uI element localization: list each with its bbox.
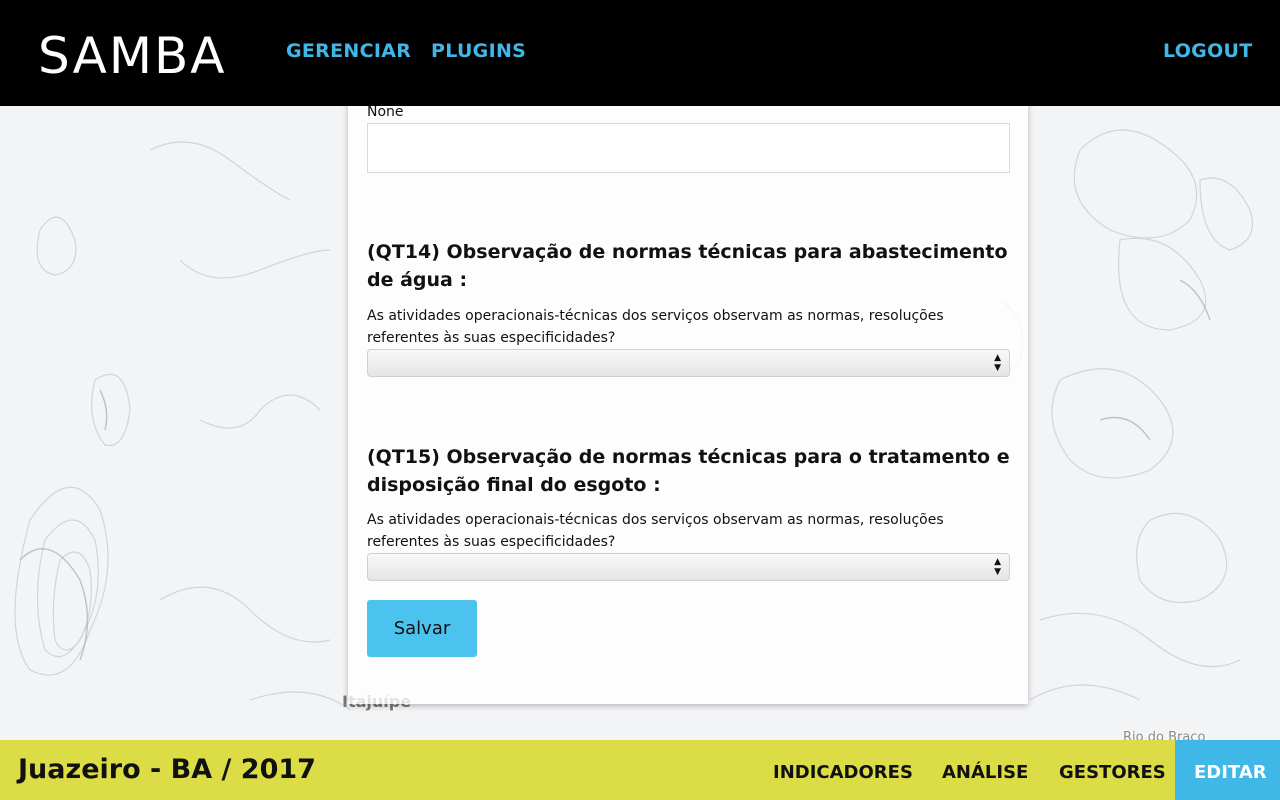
nav-gerenciar[interactable]: GERENCIAR bbox=[286, 40, 411, 62]
nav-plugins[interactable]: PLUGINS bbox=[431, 40, 526, 62]
question-qt14-select[interactable]: ▲ ▼ bbox=[367, 349, 1010, 377]
tab-editar[interactable]: EDITAR bbox=[1175, 740, 1280, 800]
question-qt14-description: As atividades operacionais-técnicas dos … bbox=[367, 308, 944, 346]
samba-logo[interactable]: SAMBA bbox=[38, 26, 227, 86]
question-qt15-title: (QT15) Observação de normas técnicas par… bbox=[367, 446, 1010, 496]
question-qt14-title: (QT14) Observação de normas técnicas par… bbox=[367, 241, 1008, 291]
select-arrows-icon: ▲ ▼ bbox=[994, 353, 1001, 373]
place-title: Juazeiro - BA / 2017 bbox=[18, 754, 316, 785]
tab-analise[interactable]: ANÁLISE bbox=[942, 762, 1028, 783]
previous-field-input[interactable] bbox=[367, 123, 1010, 173]
select-arrows-icon: ▲ ▼ bbox=[994, 557, 1001, 577]
question-qt15-select[interactable]: ▲ ▼ bbox=[367, 553, 1010, 581]
tab-editar-label: EDITAR bbox=[1194, 762, 1267, 783]
logout-link[interactable]: LOGOUT bbox=[1163, 40, 1253, 62]
form-panel: None (QT14) Observação de normas técnica… bbox=[348, 96, 1028, 704]
top-navigation-bar: SAMBA GERENCIAR PLUGINS LOGOUT bbox=[0, 0, 1280, 106]
question-qt15-description: As atividades operacionais-técnicas dos … bbox=[367, 512, 944, 550]
tab-gestores[interactable]: GESTORES bbox=[1059, 762, 1166, 783]
save-button[interactable]: Salvar bbox=[367, 600, 477, 657]
bottom-bar: Juazeiro - BA / 2017 INDICADORES ANÁLISE… bbox=[0, 740, 1280, 800]
previous-field-label: None bbox=[367, 104, 404, 120]
tab-indicadores[interactable]: INDICADORES bbox=[773, 762, 913, 783]
